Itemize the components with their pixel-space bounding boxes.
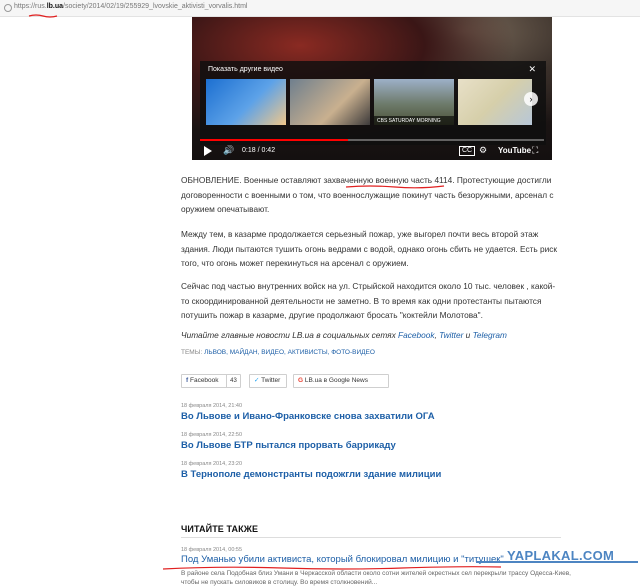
divider bbox=[181, 537, 561, 538]
facebook-share-button[interactable]: f Facebook 43 bbox=[181, 374, 241, 388]
related-news-item: 18 февраля 2014, 22:50 Во Львове БТР пыт… bbox=[181, 431, 581, 452]
watermark-underline bbox=[476, 561, 638, 563]
subtitles-icon[interactable]: CC bbox=[459, 146, 476, 156]
video-progress-fill bbox=[200, 139, 348, 141]
tag-links[interactable]: ЛЬВОВ, МАЙДАН, ВИДЕО, АКТИВИСТЫ, ФОТО-ВИ… bbox=[204, 349, 375, 356]
article-paragraph-update: ОБНОВЛЕНИЕ. Военные оставляют захваченну… bbox=[181, 175, 554, 214]
telegram-link[interactable]: Telegram bbox=[473, 330, 507, 340]
related-news-item: 18 февраля 2014, 21:40 Во Львове и Ивано… bbox=[181, 402, 581, 423]
close-icon[interactable]: ✕ bbox=[528, 64, 536, 75]
video-player[interactable]: Показать другие видео ✕ CBS SATURDAY MOR… bbox=[192, 17, 552, 160]
news-title-link[interactable]: Во Львове и Ивано-Франковске снова захва… bbox=[181, 410, 581, 423]
video-thumbnail[interactable] bbox=[458, 79, 532, 125]
thumbnail-caption: CBS SATURDAY MORNING bbox=[374, 116, 454, 125]
facebook-share-label: Facebook bbox=[189, 377, 219, 384]
read-also-date: 18 февраля 2014, 00:55 bbox=[181, 547, 243, 553]
twitter-link[interactable]: Twitter bbox=[439, 330, 463, 340]
more-videos-panel: Показать другие видео ✕ CBS SATURDAY MOR… bbox=[200, 61, 546, 145]
google-news-label: LB.ua в Google News bbox=[304, 377, 368, 384]
more-videos-title: Показать другие видео bbox=[208, 66, 283, 73]
facebook-link[interactable]: Facebook bbox=[398, 330, 434, 340]
video-progress-bar[interactable] bbox=[200, 139, 544, 141]
red-annotation-underline bbox=[28, 14, 58, 18]
read-also-title-link[interactable]: Под Уманью убили активиста, который блок… bbox=[181, 554, 504, 565]
google-news-icon: G bbox=[298, 377, 304, 384]
facebook-share-count: 43 bbox=[226, 375, 240, 387]
red-annotation-underline bbox=[345, 185, 445, 189]
article-paragraph: Между тем, в казарме продолжается серьез… bbox=[181, 229, 558, 268]
chevron-right-icon[interactable]: › bbox=[524, 92, 538, 106]
youtube-logo[interactable]: YouTube bbox=[498, 146, 531, 155]
social-networks-line: Читайте главные новости LB.ua в социальн… bbox=[181, 330, 507, 340]
related-news-item: 18 февраля 2014, 23:20 В Тернополе демон… bbox=[181, 460, 581, 481]
video-time: 0:18 / 0:42 bbox=[242, 147, 276, 154]
google-news-button[interactable]: G LB.ua в Google News bbox=[293, 374, 389, 388]
video-thumbnail[interactable]: CBS SATURDAY MORNING bbox=[374, 79, 454, 125]
twitter-share-button[interactable]: ✓ Twitter bbox=[249, 374, 287, 388]
article-tags: ТЕМЫ: ЛЬВОВ, МАЙДАН, ВИДЕО, АКТИВИСТЫ, Ф… bbox=[181, 349, 375, 356]
twitter-share-label: Twitter bbox=[261, 377, 281, 384]
volume-icon[interactable]: 🔊 bbox=[223, 145, 234, 156]
read-also-description: В районе села Подобная близ Умани в Черк… bbox=[181, 570, 571, 586]
lock-icon bbox=[4, 4, 12, 12]
video-thumbnail[interactable] bbox=[290, 79, 370, 125]
twitter-icon: ✓ bbox=[254, 377, 260, 384]
video-controls: 🔊 0:18 / 0:42 CC ⚙ YouTube ⛶ bbox=[192, 142, 552, 160]
fullscreen-icon[interactable]: ⛶ bbox=[532, 145, 538, 156]
article-paragraph: Сейчас под частью внутренних войск на ул… bbox=[181, 281, 556, 320]
facebook-icon: f bbox=[186, 377, 189, 384]
play-icon[interactable] bbox=[204, 146, 212, 156]
url-text[interactable]: https://rus.lb.ua/society/2014/02/19/255… bbox=[14, 3, 247, 10]
gear-icon[interactable]: ⚙ bbox=[479, 145, 487, 156]
news-date: 18 февраля 2014, 21:40 bbox=[181, 403, 243, 409]
news-date: 18 февраля 2014, 22:50 bbox=[181, 432, 243, 438]
read-also-heading: ЧИТАЙТЕ ТАКЖЕ bbox=[181, 524, 259, 534]
address-bar[interactable]: https://rus.lb.ua/society/2014/02/19/255… bbox=[0, 0, 640, 17]
video-thumbnail[interactable] bbox=[206, 79, 286, 125]
news-title-link[interactable]: В Тернополе демонстранты подожгли здание… bbox=[181, 468, 581, 481]
news-date: 18 февраля 2014, 23:20 bbox=[181, 461, 243, 467]
news-title-link[interactable]: Во Львове БТР пытался прорвать баррикаду bbox=[181, 439, 581, 452]
